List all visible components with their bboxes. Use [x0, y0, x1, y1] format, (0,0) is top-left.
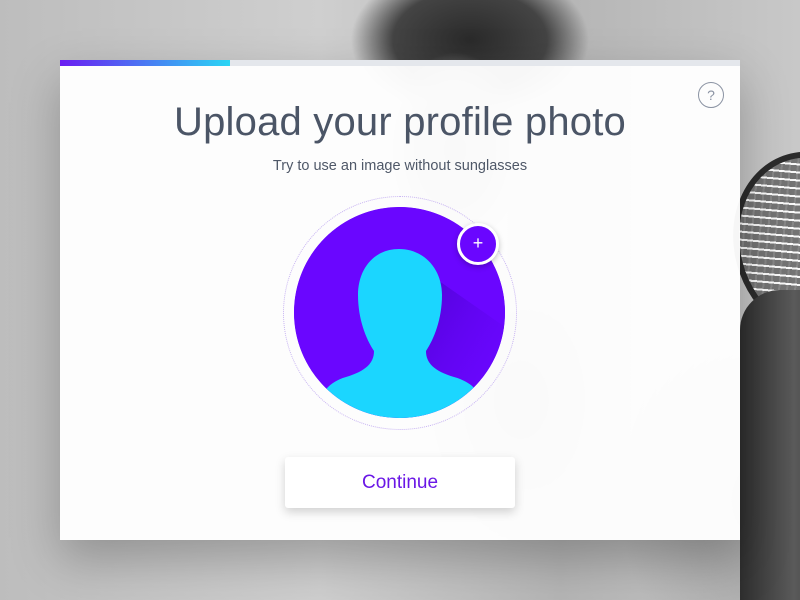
continue-button[interactable]: Continue	[285, 457, 515, 508]
progress-track	[60, 60, 740, 66]
arm-decoration	[740, 290, 800, 600]
add-photo-button[interactable]: +	[457, 223, 499, 265]
dialog-title: Upload your profile photo	[174, 100, 626, 144]
upload-photo-dialog: ? Upload your profile photo Try to use a…	[60, 60, 740, 540]
dialog-subtitle: Try to use an image without sunglasses	[272, 158, 528, 174]
progress-fill	[60, 60, 230, 66]
plus-icon: +	[472, 233, 484, 253]
